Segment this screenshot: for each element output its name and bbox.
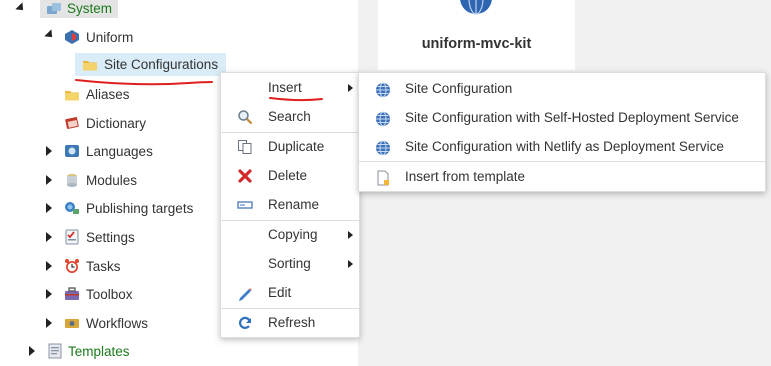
tree-item-aliases[interactable]: Aliases — [86, 87, 130, 102]
toolbox-icon — [65, 287, 79, 300]
collapse-arrow-icon[interactable] — [46, 146, 52, 156]
template-icon — [377, 170, 389, 186]
refresh-icon — [238, 316, 252, 329]
item-title: uniform-mvc-kit — [421, 36, 532, 52]
tree-item-system[interactable]: System — [67, 1, 112, 16]
menu-item-label: Rename — [268, 197, 320, 212]
menu-item-delete[interactable]: Delete — [221, 162, 359, 190]
menu-item-edit[interactable]: Edit — [221, 279, 359, 307]
tree-item-modules[interactable]: Modules — [86, 173, 137, 188]
pencil-icon — [239, 288, 252, 301]
globe-icon — [376, 140, 390, 156]
globe-icon — [376, 111, 390, 127]
submenu-arrow-icon — [348, 231, 353, 239]
settings-checklist-icon — [65, 229, 79, 245]
annotation-underline — [269, 97, 323, 102]
expand-arrow-icon[interactable] — [15, 2, 27, 14]
system-folder-icon — [47, 3, 61, 14]
submenu-item-site-configuration[interactable]: Site Configuration — [359, 74, 765, 102]
rename-icon — [237, 201, 253, 209]
submenu-arrow-icon — [348, 260, 353, 268]
folder-icon — [83, 61, 97, 71]
submenu-arrow-icon — [348, 84, 353, 92]
tree-item-site-configurations[interactable]: Site Configurations — [104, 57, 218, 72]
tree-item-settings[interactable]: Settings — [86, 230, 135, 245]
menu-item-refresh[interactable]: Refresh — [221, 309, 359, 337]
menu-item-label: Insert — [268, 80, 302, 95]
menu-item-duplicate[interactable]: Duplicate — [221, 133, 359, 161]
menu-item-label: Refresh — [268, 315, 316, 330]
collapse-arrow-icon[interactable] — [46, 261, 52, 271]
tree-item-templates[interactable]: Templates — [68, 344, 130, 359]
copy-icon — [238, 140, 252, 154]
tree-item-dictionary[interactable]: Dictionary — [86, 116, 146, 131]
annotation-underline — [75, 79, 213, 86]
publishing-targets-icon — [65, 202, 79, 214]
tree-item-workflows[interactable]: Workflows — [86, 316, 148, 331]
magnifier-icon — [238, 110, 253, 125]
menu-item-rename[interactable]: Rename — [221, 191, 359, 219]
templates-icon — [48, 343, 62, 359]
submenu-item-self-hosted[interactable]: Site Configuration with Self-Hosted Depl… — [359, 103, 765, 131]
collapse-arrow-icon[interactable] — [46, 175, 52, 185]
menu-item-label: Edit — [268, 285, 292, 300]
context-menu: Insert Search Duplicate Delete Rename Co… — [220, 72, 360, 338]
submenu-item-insert-from-template[interactable]: Insert from template — [359, 162, 765, 190]
tree-item-uniform[interactable]: Uniform — [86, 30, 133, 45]
menu-item-label: Sorting — [268, 256, 311, 271]
globe-icon — [376, 82, 390, 98]
tree-item-publishing-targets[interactable]: Publishing targets — [86, 201, 193, 216]
alarm-clock-icon — [65, 259, 79, 273]
tree-item-tasks[interactable]: Tasks — [86, 259, 121, 274]
tree-item-toolbox[interactable]: Toolbox — [86, 287, 133, 302]
submenu-item-label: Site Configuration — [405, 81, 513, 96]
menu-item-label: Duplicate — [268, 139, 325, 154]
collapse-arrow-icon[interactable] — [46, 289, 52, 299]
collapse-arrow-icon[interactable] — [46, 232, 52, 242]
menu-item-copying[interactable]: Copying — [221, 221, 359, 249]
folder-icon — [65, 91, 79, 101]
submenu-item-label: Insert from template — [405, 169, 526, 184]
collapse-arrow-icon[interactable] — [29, 346, 35, 356]
expand-arrow-icon[interactable] — [44, 29, 56, 41]
submenu-item-label: Site Configuration with Netlify as Deplo… — [405, 139, 724, 154]
menu-item-label: Search — [268, 109, 311, 124]
menu-item-search[interactable]: Search — [221, 103, 359, 131]
collapse-arrow-icon[interactable] — [46, 203, 52, 213]
submenu-item-netlify[interactable]: Site Configuration with Netlify as Deplo… — [359, 132, 765, 160]
workflows-icon — [65, 319, 79, 328]
dictionary-icon — [65, 117, 79, 129]
menu-item-sorting[interactable]: Sorting — [221, 250, 359, 278]
tree-item-languages[interactable]: Languages — [86, 144, 153, 159]
collapse-arrow-icon[interactable] — [46, 318, 52, 328]
uniform-logo-icon — [65, 30, 79, 44]
modules-icon — [67, 174, 77, 187]
menu-item-label: Delete — [268, 168, 308, 183]
languages-icon — [65, 145, 79, 157]
menu-item-label: Copying — [268, 227, 318, 242]
globe-icon — [460, 0, 492, 15]
submenu-item-label: Site Configuration with Self-Hosted Depl… — [405, 110, 739, 125]
red-x-icon — [238, 169, 252, 183]
insert-submenu: Site Configuration Site Configuration wi… — [358, 72, 766, 192]
